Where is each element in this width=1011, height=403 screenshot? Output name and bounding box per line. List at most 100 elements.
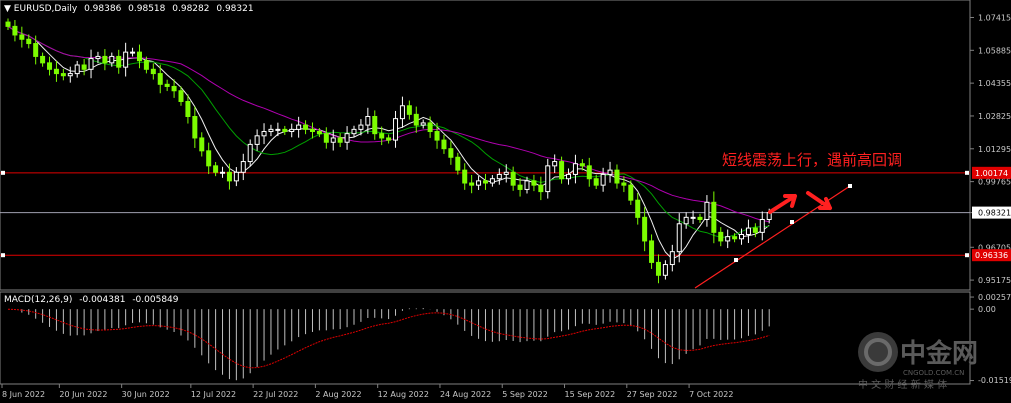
collapse-triangle-icon: ▼	[4, 4, 14, 14]
candle-body	[316, 131, 322, 135]
candle-body	[157, 73, 163, 85]
candle-body	[420, 122, 426, 126]
candle-body	[399, 105, 405, 120]
candle-body	[247, 143, 253, 163]
candle-body	[441, 139, 447, 150]
candle-body	[552, 161, 558, 167]
candle-body	[476, 180, 482, 186]
chart-header: ▼ EURUSD,Daily 0.98386 0.98518 0.98282 0…	[4, 4, 254, 14]
candle-body	[213, 165, 219, 173]
price-tick-label: 1.05885	[978, 46, 1011, 55]
candle-body	[309, 128, 315, 133]
candle-body	[282, 128, 288, 133]
macd-header: MACD(12,26,9) -0.004381 -0.005849	[4, 295, 179, 305]
candle-body	[607, 169, 613, 175]
candle-body	[386, 137, 392, 141]
candle-body	[642, 216, 648, 242]
candle-body	[379, 133, 385, 139]
candle-body	[5, 21, 11, 27]
candle-body	[572, 163, 578, 175]
candle-body	[289, 128, 295, 133]
candle-body	[566, 173, 572, 180]
candle-body	[621, 182, 627, 186]
candle-body	[600, 173, 606, 186]
candle-body	[683, 216, 689, 225]
candle-body	[496, 173, 502, 180]
trendline-handle	[734, 258, 738, 262]
candle-body	[614, 169, 620, 184]
candle-body	[296, 124, 302, 130]
annotation-text: 短线震荡上行，遇前高回调	[722, 151, 902, 169]
candle-body	[102, 55, 108, 64]
low-value: 0.98282	[172, 4, 209, 14]
candle-body	[593, 178, 599, 186]
candle-body	[351, 128, 357, 135]
candle-body	[136, 51, 142, 62]
candle-body	[372, 115, 378, 135]
resistance-price-label: 1.00174	[975, 169, 1008, 178]
candle-body	[559, 161, 565, 180]
candles	[5, 18, 772, 284]
candle-body	[143, 60, 149, 70]
candle-body	[19, 34, 25, 40]
ma-slow-line	[7, 25, 770, 223]
candle-body	[171, 85, 177, 92]
candle-body	[95, 55, 101, 60]
candle-body	[489, 178, 495, 184]
candle-body	[517, 184, 523, 190]
date-label: 12 Jul 2022	[191, 390, 236, 399]
candle-body	[26, 38, 32, 45]
candle-body	[711, 201, 717, 233]
candle-body	[759, 218, 765, 233]
candle-body	[739, 234, 745, 240]
macd-value-2: -0.005849	[132, 295, 178, 305]
candle-body	[47, 62, 53, 70]
candle-body	[164, 83, 170, 87]
level-handle	[965, 170, 969, 175]
candle-body	[226, 171, 232, 182]
date-label: 7 Oct 2022	[689, 390, 733, 399]
watermark-domain: CNGOLD.COM.CN	[903, 369, 964, 377]
candle-body	[406, 105, 412, 115]
candle-body	[427, 122, 433, 133]
date-label: 2 Aug 2022	[315, 390, 361, 399]
candle-body	[718, 231, 724, 242]
candle-body	[233, 171, 239, 182]
candle-body	[206, 150, 212, 167]
candle-body	[109, 55, 115, 64]
level-handle	[965, 253, 969, 258]
price-tick-label: 1.04355	[978, 79, 1011, 88]
candle-body	[503, 171, 509, 175]
candle-body	[337, 137, 343, 143]
candle-body	[586, 165, 592, 180]
price-tick-label: 1.07415	[978, 13, 1011, 22]
candle-body	[261, 131, 267, 137]
candle-body	[697, 216, 703, 220]
watermark: 中金网 CNGOLD.COM.CN 中 文 财 经 新 媒 体	[858, 332, 978, 391]
main-panel-frame	[0, 0, 971, 291]
candle-body	[199, 137, 205, 152]
support-price-label: 0.96336	[975, 251, 1008, 260]
candle-body	[150, 68, 156, 75]
chart-canvas: 1.07415 1.05885 1.04355 1.02825 1.01295 0.997…	[0, 0, 1011, 399]
candle-body	[116, 55, 122, 68]
open-value: 0.98386	[84, 4, 121, 14]
candle-body	[482, 180, 488, 184]
candle-body	[649, 240, 655, 263]
candle-body	[393, 118, 399, 141]
date-label: 30 Jun 2022	[122, 390, 170, 399]
symbol-label: EURUSD,Daily	[14, 4, 78, 14]
candle-body	[545, 165, 551, 193]
macd-tick-label: 0.002577	[978, 293, 1011, 302]
candle-body	[538, 184, 544, 193]
candle-body	[178, 90, 184, 102]
date-label: 12 Aug 2022	[378, 390, 429, 399]
candle-body	[655, 261, 661, 276]
date-label: 8 Jun 2022	[2, 390, 45, 399]
macd-tick-label: -0.015191	[978, 376, 1011, 385]
candle-body	[358, 124, 364, 130]
candle-body	[60, 73, 66, 77]
candle-body	[690, 216, 696, 219]
candle-body	[662, 264, 668, 276]
watermark-brand: 中金网	[900, 338, 978, 369]
